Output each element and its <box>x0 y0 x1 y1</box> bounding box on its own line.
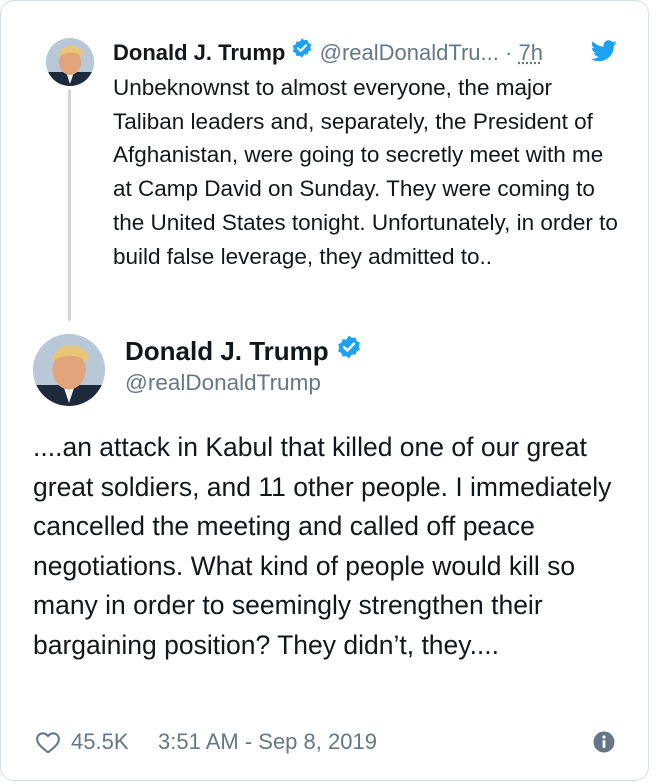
parent-tweet-text: Unbeknownst to almost everyone, the majo… <box>113 75 618 269</box>
verified-badge-icon <box>291 37 313 67</box>
parent-avatar[interactable] <box>46 38 94 86</box>
parent-time[interactable]: 7h <box>518 40 542 65</box>
main-author-name[interactable]: Donald J. Trump <box>125 334 362 370</box>
tweet-footer: 45.5K 3:51 AM - Sep 8, 2019 <box>35 727 621 757</box>
like-count[interactable]: 45.5K <box>71 727 129 757</box>
twitter-bird-icon[interactable] <box>590 40 617 62</box>
parent-tweet-header: Donald J. Trump @realDonaldTru... · 7h <box>113 38 623 68</box>
tweet-card: Donald J. Trump @realDonaldTru... · 7h U… <box>0 0 649 781</box>
verified-badge-icon <box>336 334 362 368</box>
separator-dot: · <box>505 40 513 65</box>
main-author-name-text[interactable]: Donald J. Trump <box>125 336 329 366</box>
main-avatar[interactable] <box>33 334 105 406</box>
info-circle-icon[interactable] <box>592 730 616 754</box>
heart-outline-icon[interactable] <box>35 730 61 754</box>
main-handle[interactable]: @realDonaldTrump <box>125 368 321 398</box>
thread-line <box>68 89 71 321</box>
main-tweet-text: ....an attack in Kabul that killed one o… <box>33 432 612 660</box>
parent-handle[interactable]: @realDonaldTru... <box>320 40 499 65</box>
tweet-timestamp[interactable]: 3:51 AM - Sep 8, 2019 <box>158 727 377 757</box>
parent-author-name[interactable]: Donald J. Trump <box>113 40 285 65</box>
